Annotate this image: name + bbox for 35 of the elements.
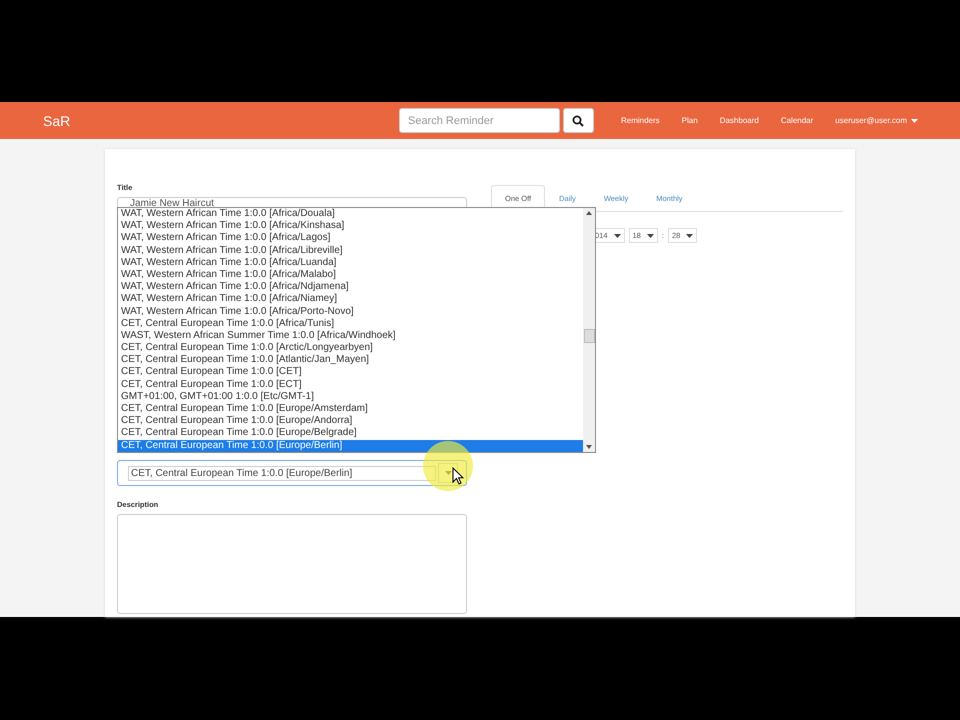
timezone-option[interactable]: WAT, Western African Time 1:0.0 [Africa/Niamey] bbox=[118, 293, 583, 306]
timezone-option[interactable]: WAT, Western African Time 1:0.0 [Africa/Kinshasa] bbox=[118, 220, 583, 232]
timezone-option[interactable]: CET, Central European Time 1:0.0 [Europe/Belgrade] bbox=[118, 427, 583, 440]
timezone-option[interactable]: WAT, Western African Time 1:0.0 [Africa/Malabo] bbox=[118, 268, 583, 282]
caret-icon bbox=[646, 234, 654, 238]
timezone-option[interactable]: WAT, Western African Time 1:0.0 [Africa/Lagos] bbox=[118, 232, 583, 245]
timezone-option[interactable]: WAT, Western African Time 1:0.0 [Africa/Luanda] bbox=[118, 256, 583, 269]
search-field[interactable]: Search Reminder bbox=[398, 108, 560, 133]
description-field[interactable] bbox=[117, 514, 467, 614]
timezone-option[interactable]: CET, Central European Time 1:0.0 [ECT] bbox=[118, 378, 583, 391]
timezone-option[interactable]: CET, Central European Time 1:0.0 [Europe/Berlin] bbox=[118, 440, 583, 452]
timezone-option[interactable]: WAT, Western African Time 1:0.0 [Africa/Libreville] bbox=[118, 244, 583, 257]
scroll-up-icon[interactable] bbox=[586, 211, 592, 215]
scroll-down-icon[interactable] bbox=[586, 445, 592, 449]
timezone-option[interactable]: CET, Central European Time 1:0.0 [Africa/Tunis] bbox=[118, 318, 583, 330]
caret-icon bbox=[911, 118, 918, 122]
scrollbar[interactable] bbox=[583, 208, 595, 452]
caret-icon bbox=[444, 471, 452, 475]
scrollbar-thumb[interactable] bbox=[584, 329, 595, 343]
timezone-option[interactable]: CET, Central European Time 1:0.0 [Arctic/Longyearbyen] bbox=[118, 342, 583, 354]
timezone-option[interactable]: CET, Central European Time 1:0.0 [Europe/Amsterdam] bbox=[118, 403, 583, 416]
cursor-icon bbox=[452, 467, 464, 485]
timezone-select[interactable]: CET, Central European Time 1:0.0 [Europe/Berlin] bbox=[117, 460, 467, 486]
cursor-highlight bbox=[423, 441, 473, 491]
timezone-option[interactable]: CET, Central European Time 1:0.0 [CET] bbox=[118, 366, 583, 379]
timezone-option[interactable]: GMT+01:00, GMT+01:00 1:0.0 [Etc/GMT-1] bbox=[118, 390, 583, 403]
timezone-option[interactable]: WAT, Western African Time 1:0.0 [Africa/Ndjamena] bbox=[118, 281, 583, 294]
search-icon bbox=[572, 114, 584, 126]
caret-icon bbox=[686, 234, 694, 238]
timezone-option[interactable]: WAST, Western African Summer Time 1:0.0 [Africa/Windhoek] bbox=[118, 330, 583, 342]
search-button[interactable] bbox=[562, 108, 594, 133]
timezone-option[interactable]: CET, Central European Time 1:0.0 [Atlantic/Jan_Mayen] bbox=[118, 354, 583, 366]
caret-icon bbox=[614, 234, 621, 238]
timezone-option[interactable]: WAT, Western African Time 1:0.0 [Africa/Porto-Novo] bbox=[118, 306, 583, 318]
timezone-option[interactable]: CET, Central European Time 1:0.0 [Europe/Andorra] bbox=[118, 415, 583, 428]
